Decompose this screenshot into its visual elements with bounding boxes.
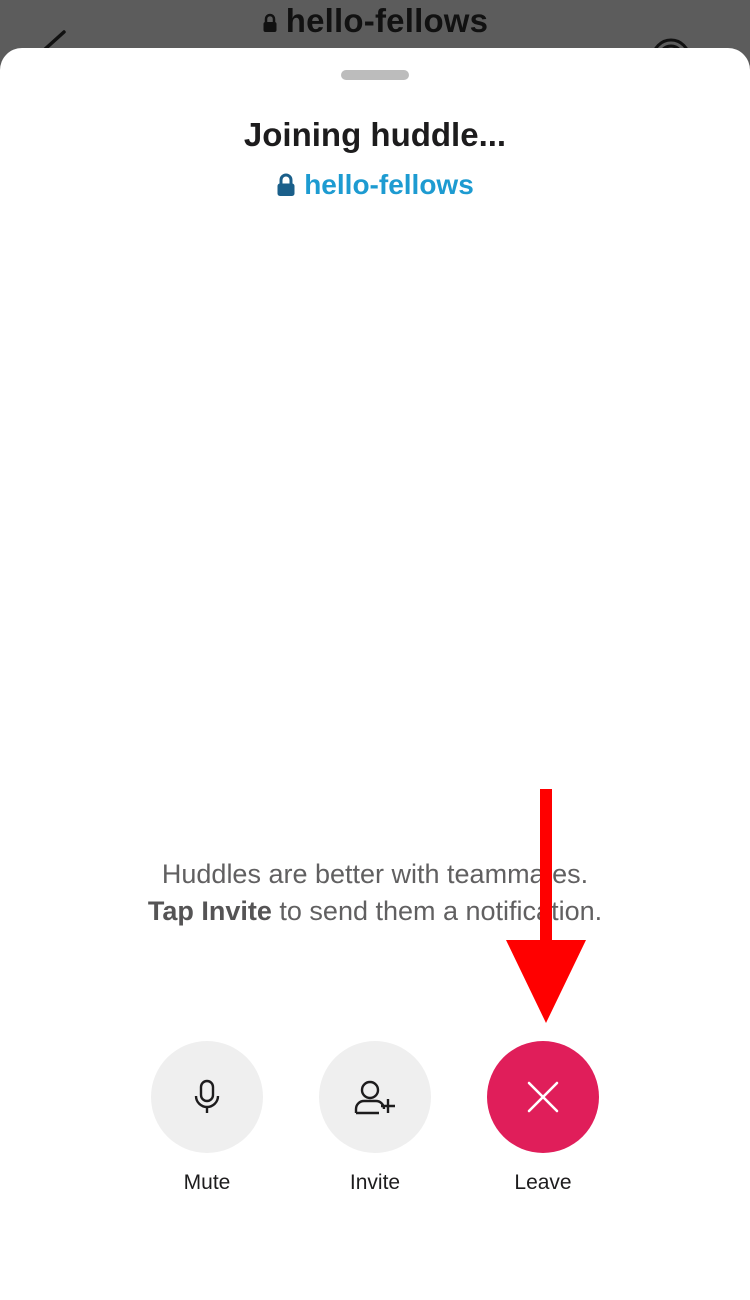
mute-label: Mute	[183, 1171, 231, 1194]
leave-button[interactable]	[487, 1041, 599, 1153]
mute-control: Mute	[151, 1041, 263, 1195]
huddle-channel-link[interactable]: hello-fellows	[0, 169, 750, 201]
hint-bold: Tap Invite	[147, 896, 272, 926]
invite-hint: Huddles are better with teammates. Tap I…	[0, 856, 750, 930]
sheet-grabber[interactable]	[341, 70, 409, 80]
mute-button[interactable]	[151, 1041, 263, 1153]
huddle-sheet: Joining huddle... hello-fellows Huddles …	[0, 48, 750, 1300]
leave-label: Leave	[514, 1171, 572, 1194]
huddle-status-title: Joining huddle...	[243, 116, 507, 153]
lock-icon	[277, 173, 295, 196]
background-channel-title: hello-fellows	[0, 2, 750, 40]
leave-control: Leave	[487, 1041, 599, 1195]
close-icon	[527, 1081, 559, 1113]
channel-name[interactable]: hello-fellows	[304, 169, 474, 200]
add-person-icon	[354, 1080, 395, 1115]
invite-control: Invite	[319, 1041, 431, 1195]
lock-icon	[263, 14, 277, 33]
hint-line-1: Huddles are better with teammates.	[161, 859, 589, 889]
invite-label: Invite	[349, 1171, 401, 1194]
annotation-arrow	[506, 789, 586, 1023]
microphone-icon	[194, 1079, 220, 1113]
invite-button[interactable]	[319, 1041, 431, 1153]
hint-line-2: Tap Invite to send them a notification.	[0, 893, 750, 930]
